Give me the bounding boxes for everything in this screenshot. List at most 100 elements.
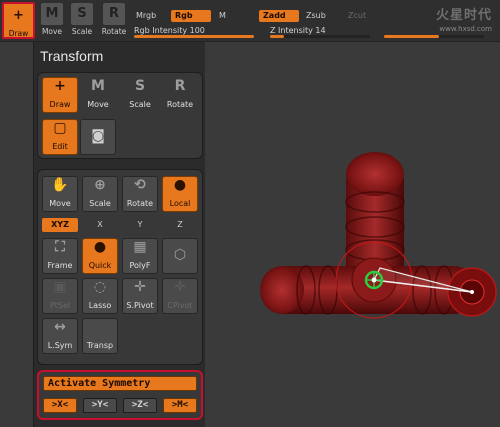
polyf-label: PolyF bbox=[129, 261, 151, 270]
edit-mode-group: + Draw M Move S Scale R Rotate ▢ Edit ◙ bbox=[37, 72, 203, 159]
nav-rotate-button[interactable]: ⟲ Rotate bbox=[122, 176, 158, 212]
nav-rotate-label: Rotate bbox=[126, 199, 154, 208]
rgb-intensity-fill bbox=[134, 35, 254, 38]
zsphere-model[interactable] bbox=[260, 152, 497, 319]
pt-sel-label: PtSel bbox=[49, 301, 71, 310]
activate-symmetry-button[interactable]: Activate Symmetry bbox=[43, 376, 197, 391]
move-icon: M bbox=[91, 78, 105, 94]
end-handle-dot[interactable] bbox=[470, 290, 474, 294]
frame-button[interactable]: ⛶ Frame bbox=[42, 238, 78, 274]
camera-icon: ◙ bbox=[91, 128, 105, 144]
draw-icon: + bbox=[13, 8, 24, 23]
watermark-url: www.hxsd.com bbox=[439, 25, 492, 33]
local-symmetry-icon: ↔ bbox=[54, 319, 66, 335]
transparency-cube-button[interactable]: ⬡ bbox=[162, 238, 198, 274]
clear-pivot-icon: ✛ bbox=[174, 279, 186, 295]
pt-sel-button[interactable]: ▣ PtSel bbox=[42, 278, 78, 314]
nav-move-label: Move bbox=[49, 199, 71, 208]
point-select-icon: ▣ bbox=[53, 279, 67, 295]
z-intensity-label: Z Intensity 14 bbox=[270, 26, 326, 35]
z-intensity-slider[interactable] bbox=[270, 35, 370, 38]
rotate-tool-button[interactable]: R Rotate bbox=[99, 2, 129, 40]
scale-icon: S bbox=[71, 3, 93, 25]
transp-label: Transp bbox=[86, 341, 114, 350]
draw-button[interactable]: + Draw bbox=[42, 77, 78, 113]
watermark-title: 火星时代 bbox=[435, 8, 492, 23]
y-rotate-button[interactable]: Y bbox=[122, 218, 158, 232]
move-tool-button[interactable]: M Move bbox=[37, 2, 67, 40]
local-icon: ● bbox=[173, 177, 187, 193]
rgb-toggle[interactable]: Rgb bbox=[171, 10, 211, 22]
local-button[interactable]: ● Local bbox=[162, 176, 198, 212]
symmetry-y-button[interactable]: >Y< bbox=[83, 398, 117, 413]
pivot-center-dot bbox=[371, 277, 377, 283]
rgb-intensity-slider[interactable] bbox=[134, 35, 254, 38]
cube-icon: ⬡ bbox=[173, 247, 187, 263]
transparency-icon bbox=[83, 319, 117, 341]
nav-scale-label: Scale bbox=[89, 199, 111, 208]
transform-palette: Transform + Draw M Move S Scale R Rotate… bbox=[33, 42, 205, 427]
polyframe-icon: ▦ bbox=[133, 239, 147, 255]
rotate-button[interactable]: R Rotate bbox=[162, 77, 198, 113]
z-intensity-fill bbox=[270, 35, 284, 38]
z-rotate-button[interactable]: Z bbox=[162, 218, 198, 232]
scale-label: Scale bbox=[129, 100, 151, 109]
axis-lock-row: XYZ X Y Z bbox=[38, 218, 204, 232]
zadd-toggle[interactable]: Zadd bbox=[259, 10, 299, 22]
scale-icon: S bbox=[134, 78, 146, 94]
c-pivot-button[interactable]: ✛ CPivot bbox=[162, 278, 198, 314]
symmetry-m-button[interactable]: >M< bbox=[163, 398, 197, 413]
watermark-logo: 火星时代 www.hxsd.com bbox=[436, 4, 492, 33]
x-rotate-button[interactable]: X bbox=[82, 218, 118, 232]
magnifier-icon: ⊕ bbox=[94, 177, 106, 193]
frame-icon: ⛶ bbox=[55, 239, 65, 255]
lasso-label: Lasso bbox=[88, 301, 112, 310]
polyf-button[interactable]: ▦ PolyF bbox=[122, 238, 158, 274]
s-pivot-button[interactable]: ✛ S.Pivot bbox=[122, 278, 158, 314]
edit-label: Edit bbox=[52, 142, 68, 151]
transp-button[interactable]: Transp bbox=[82, 318, 118, 354]
lasso-icon: ◌ bbox=[93, 279, 107, 295]
nav-move-button[interactable]: ✋ Move bbox=[42, 176, 78, 212]
draw-tool-label: Draw bbox=[8, 29, 29, 38]
symmetry-x-button[interactable]: >X< bbox=[43, 398, 77, 413]
draw-tool-button[interactable]: + Draw bbox=[2, 2, 35, 39]
move-label: Move bbox=[87, 100, 109, 109]
l-sym-label: L.Sym bbox=[47, 341, 73, 350]
pivot-icon: ✛ bbox=[134, 279, 146, 295]
move-icon: M bbox=[41, 3, 63, 25]
rgb-intensity-label: Rgb Intensity 100 bbox=[134, 26, 205, 35]
xyz-rotate-button[interactable]: XYZ bbox=[42, 218, 78, 232]
mrgb-toggle[interactable]: Mrgb bbox=[132, 10, 160, 22]
zsub-toggle[interactable]: Zsub bbox=[302, 10, 330, 22]
canvas-viewport[interactable] bbox=[206, 42, 500, 427]
quick-button[interactable]: ● Quick bbox=[82, 238, 118, 274]
edit-button[interactable]: ▢ Edit bbox=[42, 119, 78, 155]
edit-icon: ▢ bbox=[53, 120, 67, 136]
rotate-arrows-icon: ⟲ bbox=[134, 177, 146, 193]
nav-scale-button[interactable]: ⊕ Scale bbox=[82, 176, 118, 212]
rotate-label: Rotate bbox=[166, 100, 194, 109]
m-toggle[interactable]: M bbox=[215, 10, 230, 22]
move-button[interactable]: M Move bbox=[80, 77, 116, 113]
local-label: Local bbox=[169, 199, 191, 208]
hand-icon: ✋ bbox=[51, 177, 69, 193]
symmetry-z-button[interactable]: >Z< bbox=[123, 398, 157, 413]
scale-tool-button[interactable]: S Scale bbox=[67, 2, 97, 40]
move-tool-label: Move bbox=[41, 27, 63, 36]
l-sym-button[interactable]: ↔ L.Sym bbox=[42, 318, 78, 354]
lasso-button[interactable]: ◌ Lasso bbox=[82, 278, 118, 314]
top-toolbar: + Draw M Move S Scale R Rotate Mrgb Rgb … bbox=[0, 0, 500, 42]
c-pivot-label: CPivot bbox=[167, 301, 193, 310]
viewport-canvas[interactable] bbox=[206, 42, 500, 427]
zcut-toggle[interactable]: Zcut bbox=[344, 10, 370, 22]
s-pivot-label: S.Pivot bbox=[126, 301, 154, 310]
palette-title[interactable]: Transform bbox=[40, 48, 103, 64]
scale-button[interactable]: S Scale bbox=[122, 77, 158, 113]
model-top-cap bbox=[346, 152, 404, 196]
draw-label: Draw bbox=[49, 100, 71, 109]
symmetry-group: Activate Symmetry >X< >Y< >Z< >M< bbox=[37, 370, 203, 420]
snapshot-button[interactable]: ◙ bbox=[80, 119, 116, 155]
draw-icon: + bbox=[54, 78, 66, 94]
focal-shift-slider[interactable] bbox=[384, 35, 484, 38]
